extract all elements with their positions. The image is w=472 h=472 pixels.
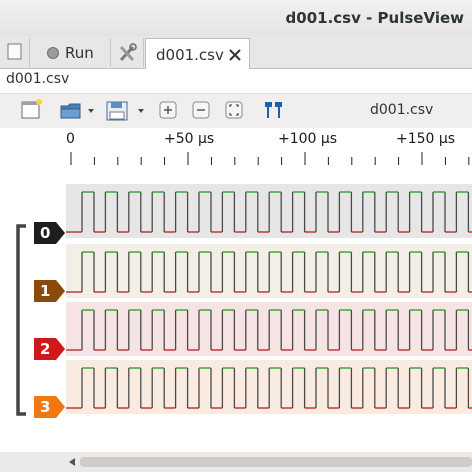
new-view-icon[interactable] — [18, 98, 44, 122]
document-icon — [7, 43, 22, 60]
tab-run-label: Run — [65, 44, 94, 62]
channel-group-bracket[interactable] — [14, 224, 34, 424]
title-bar: d001.csv - PulseView — [0, 0, 472, 36]
open-icon[interactable] — [58, 98, 100, 122]
channel-name-2: 2 — [40, 340, 51, 358]
session-file-label: d001.csv — [6, 71, 70, 87]
main-toolbar: d001.csv — [0, 93, 472, 129]
channel-label-1[interactable]: 1 — [34, 280, 66, 302]
zoom-fit-icon[interactable] — [224, 98, 244, 122]
zoom-in-icon[interactable] — [158, 98, 178, 122]
tab-new-session[interactable] — [0, 38, 30, 67]
channel-label-0[interactable]: 0 — [34, 222, 66, 244]
run-indicator-icon — [47, 47, 59, 59]
channel-label-3[interactable]: 3 — [34, 396, 66, 418]
tab-run[interactable]: Run — [31, 38, 111, 67]
channel-name-0: 0 — [40, 224, 51, 242]
show-cursors-icon[interactable] — [261, 98, 287, 122]
scrollbar-thumb[interactable] — [80, 457, 472, 467]
device-selector[interactable]: d001.csv — [370, 102, 433, 118]
trace-canvas[interactable] — [0, 180, 472, 452]
tab-file-label: d001.csv — [156, 46, 224, 64]
scroll-left-icon[interactable] — [62, 452, 82, 472]
window-title: d001.csv - PulseView — [285, 9, 464, 27]
channel-label-2[interactable]: 2 — [34, 338, 66, 360]
zoom-out-icon[interactable] — [191, 98, 211, 122]
close-icon[interactable] — [228, 48, 242, 62]
save-icon[interactable] — [104, 98, 146, 122]
channel-name-3: 3 — [40, 398, 51, 416]
session-file-bar: d001.csv — [0, 69, 472, 91]
tools-icon — [119, 43, 137, 62]
tab-session-file[interactable]: d001.csv — [145, 38, 250, 69]
horizontal-scrollbar[interactable] — [0, 452, 472, 472]
time-ruler[interactable]: 0 +50 µs +100 µs +150 µs — [0, 128, 472, 180]
tab-bar: Run d001.csv — [0, 36, 472, 69]
channel-name-1: 1 — [40, 282, 51, 300]
trace-view[interactable]: 0 1 2 3 — [0, 180, 472, 452]
ruler-ticks — [70, 152, 470, 165]
tab-settings[interactable] — [112, 38, 144, 67]
